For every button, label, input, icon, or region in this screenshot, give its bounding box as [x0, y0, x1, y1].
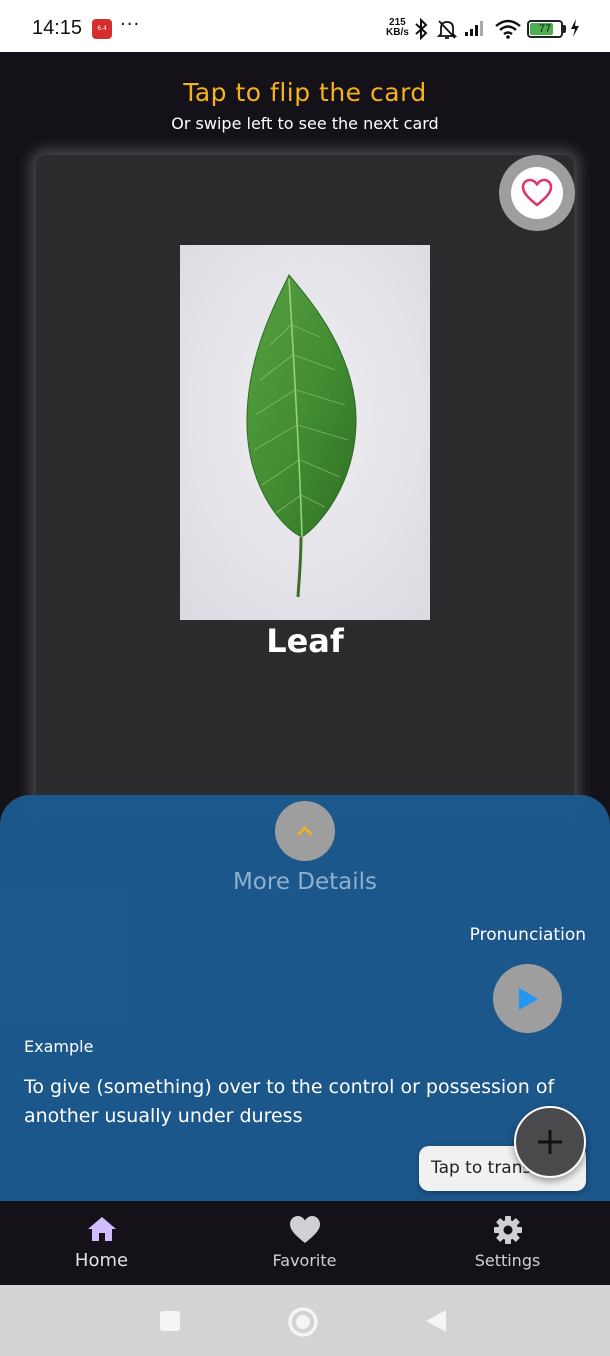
leaf-image — [180, 245, 430, 620]
play-icon — [518, 987, 538, 1010]
system-nav-bar — [0, 1285, 610, 1356]
nav-label-settings: Settings — [474, 1251, 541, 1270]
add-button[interactable] — [514, 1106, 586, 1178]
charging-icon — [571, 19, 579, 37]
plus-icon — [538, 1130, 562, 1154]
battery-level: 77 — [538, 23, 552, 35]
silent-bell-icon — [436, 20, 458, 39]
heart-icon — [289, 1216, 320, 1243]
back-icon[interactable] — [424, 1308, 448, 1334]
more-notifications-icon: ··· — [120, 14, 141, 35]
nav-label-home: Home — [74, 1250, 129, 1271]
nav-item-home[interactable]: Home — [0, 1201, 203, 1285]
recent-apps-icon[interactable] — [159, 1310, 181, 1332]
home-circle-icon[interactable] — [287, 1306, 319, 1338]
bluetooth-icon — [415, 18, 428, 40]
gear-icon — [493, 1216, 522, 1244]
nav-label-favorite: Favorite — [272, 1251, 337, 1270]
more-details-label[interactable]: More Details — [0, 869, 610, 895]
swipe-instruction-subtitle: Or swipe left to see the next card — [171, 114, 439, 133]
battery-tip — [563, 25, 566, 33]
wifi-icon — [495, 19, 521, 39]
status-time: 14:15 — [32, 17, 83, 39]
battery-indicator: 77 — [527, 20, 563, 38]
pronunciation-label: Pronunciation — [469, 925, 586, 945]
card-word: Leaf — [266, 622, 344, 660]
flip-instruction-title: Tap to flip the card — [183, 78, 427, 107]
nav-item-favorite[interactable]: Favorite — [203, 1201, 406, 1285]
nav-item-settings[interactable]: Settings — [406, 1201, 609, 1285]
favorite-button-inner — [511, 167, 563, 219]
example-text: To give (something) over to the control … — [24, 1076, 555, 1127]
heart-outline-icon — [521, 178, 553, 207]
notification-app-icon: 6.4 — [92, 19, 112, 39]
home-icon — [87, 1217, 116, 1241]
chevron-up-icon — [297, 826, 313, 836]
network-speed: 215 KB/s — [386, 18, 409, 38]
status-bar: 14:15 6.4 ··· 215 KB/s 77 — [0, 0, 610, 52]
network-speed-unit: KB/s — [386, 27, 409, 38]
example-label: Example — [24, 1037, 94, 1056]
bottom-nav: Home Favorite Settings — [0, 1201, 610, 1285]
expand-details-button[interactable] — [275, 801, 335, 861]
play-pronunciation-button[interactable] — [493, 964, 562, 1033]
favorite-button[interactable] — [499, 155, 575, 231]
signal-icon — [465, 21, 483, 36]
